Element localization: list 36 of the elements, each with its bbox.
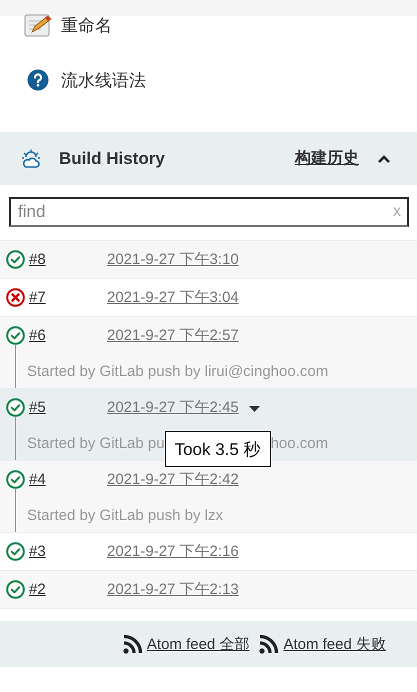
build-time-link[interactable]: 2021-9-27 下午2:45 <box>107 398 239 417</box>
build-time-link[interactable]: 2021-9-27 下午3:04 <box>107 288 239 307</box>
build-description: Started by GitLab push by lirui@cinghoo.com <box>27 362 328 380</box>
chevron-up-icon <box>377 154 391 164</box>
build-number-link[interactable]: #2 <box>29 581 107 598</box>
build-description: Started by GitLab push by lzx <box>27 506 223 524</box>
build-time-link[interactable]: 2021-9-27 下午3:10 <box>107 250 239 269</box>
panel-title: Build History <box>59 148 166 168</box>
build-time-link[interactable]: 2021-9-27 下午2:57 <box>107 326 239 345</box>
rss-icon <box>122 634 143 654</box>
task-link[interactable]: 重命名 <box>0 16 417 34</box>
task-link[interactable]: 流水线语法 <box>0 71 417 89</box>
cloud-sun-icon <box>21 148 41 168</box>
build-number-link[interactable]: #8 <box>29 251 107 268</box>
collapse-button[interactable] <box>377 154 391 164</box>
build-number-link[interactable]: #7 <box>29 289 107 306</box>
build-description: hoo.com <box>270 434 328 452</box>
build-time-link[interactable]: 2021-9-27 下午2:13 <box>107 580 239 599</box>
tooltip: Took 3.5 秒 <box>164 431 271 467</box>
rss-icon <box>259 634 280 654</box>
build-number-link[interactable]: #3 <box>29 543 107 560</box>
trend-link[interactable]: 构建历史 <box>295 148 359 169</box>
build-row[interactable]: #4 2021-9-27 下午2:42 Started by GitLab push by lzx <box>0 460 417 532</box>
build-number-link[interactable]: #4 <box>29 471 107 488</box>
dropdown-caret-icon[interactable] <box>248 406 260 412</box>
build-number-link[interactable]: #6 <box>29 327 107 344</box>
feed-link[interactable]: Atom feed 全部 <box>146 634 250 654</box>
build-time-link[interactable]: 2021-9-27 下午2:16 <box>107 542 239 561</box>
notepad-pencil-icon <box>23 12 53 38</box>
build-number-link[interactable]: #5 <box>29 399 107 416</box>
build-description: Started by GitLab pu <box>27 434 165 452</box>
help-icon <box>27 69 49 91</box>
build-row[interactable]: #8 2021-9-27 下午3:10 <box>0 240 417 278</box>
build-row[interactable]: #6 2021-9-27 下午2:57 Started by GitLab push by lirui@cinghoo.com <box>0 316 417 388</box>
build-row[interactable]: #2 2021-9-27 下午2:13 <box>0 570 417 608</box>
build-time-link[interactable]: 2021-9-27 下午2:42 <box>107 470 239 489</box>
